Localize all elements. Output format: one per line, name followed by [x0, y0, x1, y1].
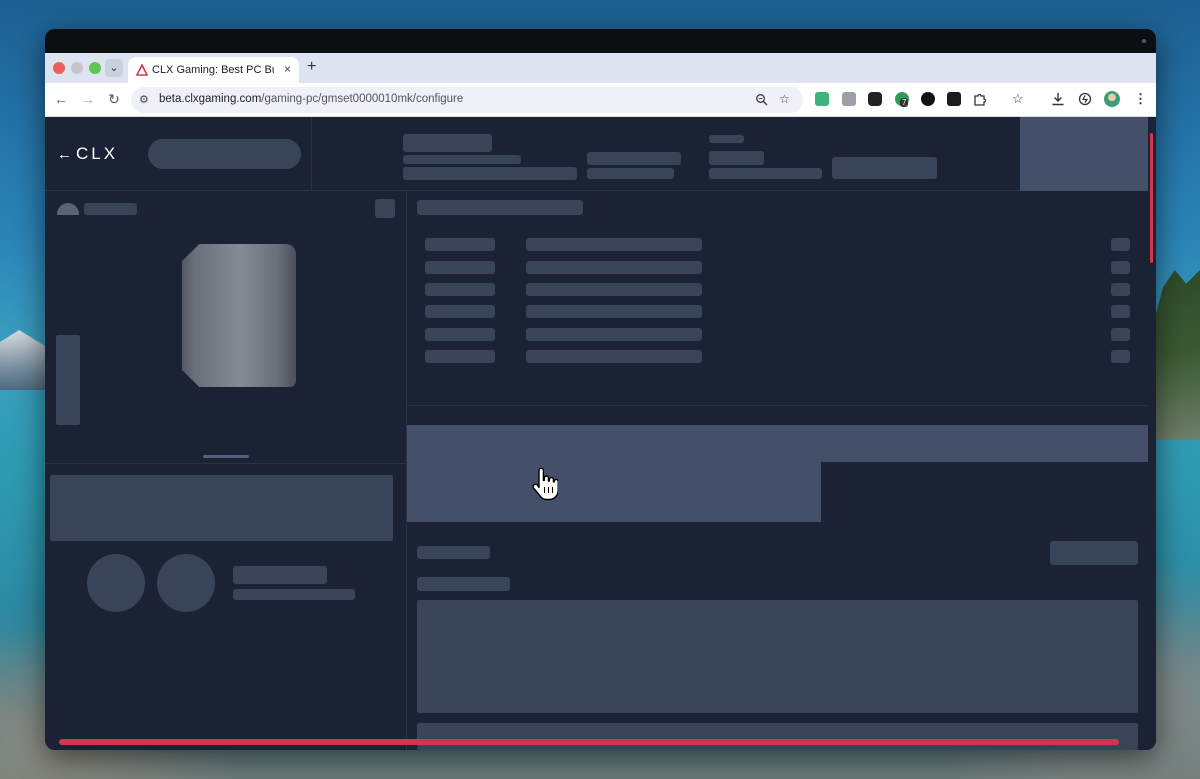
thumbnail-skeleton	[56, 335, 80, 425]
content-block-skeleton	[417, 600, 1138, 713]
camera-dot	[1142, 39, 1146, 43]
spec-action-skeleton	[1111, 238, 1130, 251]
spec-value-skeleton	[526, 328, 702, 341]
extension-badge-count: 7	[900, 98, 909, 107]
tab-strip: ⌄ CLX Gaming: Best PC Builder × +	[45, 53, 1156, 83]
icon-skeleton	[375, 199, 395, 218]
menu-bar	[45, 29, 1156, 53]
extension-badge-icon[interactable]: 7	[895, 92, 909, 107]
back-arrow-icon: ←	[57, 146, 72, 163]
spec-label-skeleton	[425, 350, 495, 363]
reload-button[interactable]: ↻	[105, 91, 123, 108]
address-bar[interactable]: ⚙ beta.clxgaming.com/gaming-pc/gmset0000…	[131, 87, 803, 113]
bookmark-star-icon[interactable]: ☆	[779, 92, 790, 106]
reading-list-icon[interactable]: ☆	[1012, 91, 1024, 107]
label-skeleton	[417, 577, 510, 591]
extension-copy-icon[interactable]	[868, 92, 882, 106]
text-skeleton	[233, 589, 355, 600]
header-skeleton	[587, 152, 681, 165]
browser-toolbar: ← → ↻ ⚙ beta.clxgaming.com/gaming-pc/gms…	[45, 83, 1156, 117]
circle-skeleton	[87, 554, 145, 612]
header-skeleton	[709, 135, 744, 143]
back-button[interactable]: ←	[52, 91, 70, 107]
avatar-placeholder	[57, 203, 79, 215]
header-divider	[311, 117, 312, 191]
header-skeleton	[403, 155, 521, 164]
spec-action-skeleton	[1111, 283, 1130, 296]
tab-clx-gaming[interactable]: CLX Gaming: Best PC Builder ×	[128, 57, 299, 83]
puzzle-icon[interactable]	[973, 92, 987, 106]
clx-logo[interactable]: ← CLX	[57, 144, 118, 164]
section-title-skeleton	[417, 200, 583, 215]
button-skeleton	[1050, 541, 1138, 565]
minimize-window-button[interactable]	[71, 62, 83, 74]
content-block-skeleton	[417, 723, 1138, 750]
spec-action-skeleton	[1111, 305, 1130, 318]
spec-label-skeleton	[425, 328, 495, 341]
extension-notes-icon[interactable]	[947, 92, 961, 106]
spec-label-skeleton	[425, 261, 495, 274]
carousel-indicator[interactable]	[203, 455, 249, 458]
wallpaper-trees	[1154, 270, 1200, 440]
horizontal-scroll-thumb[interactable]	[59, 739, 1119, 745]
tab-bar-skeleton	[407, 425, 1148, 462]
header-skeleton	[587, 168, 674, 179]
site-settings-icon[interactable]: ⚙	[139, 93, 149, 106]
spec-action-skeleton	[1111, 328, 1130, 341]
spec-value-skeleton	[526, 350, 702, 363]
header-skeleton	[709, 168, 822, 179]
site-header: ← CLX	[45, 117, 1148, 191]
spec-label-skeleton	[425, 305, 495, 318]
url-text: beta.clxgaming.com/gaming-pc/gmset000001…	[159, 93, 463, 105]
pc-case-image	[181, 244, 296, 387]
close-window-button[interactable]	[53, 62, 65, 74]
hand-cursor-icon	[532, 467, 558, 501]
spec-label-skeleton	[425, 238, 495, 251]
header-skeleton	[709, 151, 764, 165]
extension-sheets-icon[interactable]	[815, 92, 829, 106]
browser-window: ⌄ CLX Gaming: Best PC Builder × + ← → ↻ …	[45, 29, 1156, 750]
search-placeholder	[148, 139, 301, 169]
circle-skeleton	[157, 554, 215, 612]
profile-avatar[interactable]	[1104, 91, 1120, 107]
spec-action-skeleton	[1111, 261, 1130, 274]
label-skeleton	[84, 203, 137, 215]
zoom-icon[interactable]	[755, 93, 768, 106]
new-tab-button[interactable]: +	[307, 58, 316, 76]
kebab-menu-icon[interactable]: ⋮	[1134, 91, 1147, 107]
text-skeleton	[233, 566, 327, 584]
forward-button[interactable]: →	[79, 91, 97, 107]
url-path: /gaming-pc/gmset0000010mk/configure	[261, 93, 464, 105]
extension-camera-icon[interactable]	[842, 92, 856, 106]
section-divider	[406, 405, 1148, 406]
header-skeleton	[403, 134, 492, 152]
header-cta-placeholder	[1020, 117, 1148, 191]
logo-text: CLX	[76, 144, 119, 163]
spec-label-skeleton	[425, 283, 495, 296]
subtitle-skeleton	[417, 546, 490, 559]
tab-title: CLX Gaming: Best PC Builder	[152, 64, 274, 76]
url-domain: beta.clxgaming.com	[159, 93, 262, 105]
spec-value-skeleton	[526, 238, 702, 251]
vertical-scroll-thumb[interactable]	[1150, 133, 1153, 263]
spec-action-skeleton	[1111, 350, 1130, 363]
clx-favicon-icon	[136, 64, 148, 76]
active-panel-skeleton[interactable]	[407, 462, 821, 522]
header-skeleton	[403, 167, 577, 180]
tab-search-button[interactable]: ⌄	[105, 59, 123, 77]
spec-value-skeleton	[526, 305, 702, 318]
zoom-window-button[interactable]	[89, 62, 101, 74]
page-content: ← CLX	[45, 117, 1148, 750]
tab-close-icon[interactable]: ×	[284, 62, 291, 76]
spec-value-skeleton	[526, 283, 702, 296]
summary-skeleton	[50, 475, 393, 541]
spec-value-skeleton	[526, 261, 702, 274]
header-skeleton	[832, 157, 937, 179]
section-divider	[45, 463, 406, 464]
performance-icon[interactable]	[1078, 92, 1092, 106]
extension-face-icon[interactable]	[921, 92, 935, 106]
download-icon[interactable]	[1051, 92, 1065, 106]
